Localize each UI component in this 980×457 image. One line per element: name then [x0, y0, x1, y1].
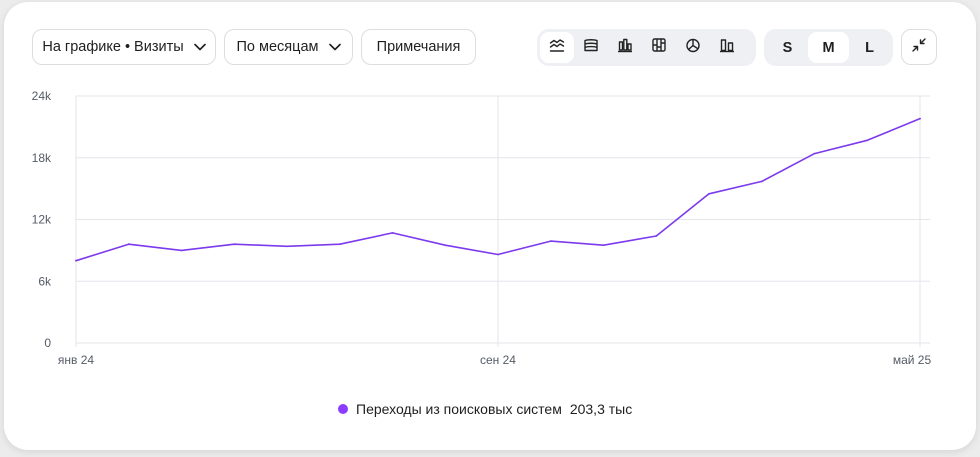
data-point [233, 243, 236, 246]
data-point [708, 192, 710, 195]
data-point [655, 235, 658, 237]
data-point [919, 117, 921, 120]
y-axis-labels: 0 6k 12k 18k 24k [32, 89, 52, 350]
data-point [760, 180, 763, 183]
x-tick-label: май 25 [893, 353, 932, 367]
data-point [602, 244, 605, 247]
legend-series-total: 203,3 тыс [569, 401, 633, 417]
y-tick-label: 24k [32, 89, 52, 103]
data-point [180, 249, 183, 252]
y-tick-label: 6k [38, 274, 52, 288]
x-tick-label: янв 24 [58, 353, 95, 367]
data-point [497, 253, 499, 256]
x-axis-labels: янв 24 сен 24 май 25 [58, 353, 932, 367]
data-point [866, 139, 869, 142]
legend-series-name: Переходы из поисковых систем [356, 401, 562, 417]
data-point [813, 152, 816, 155]
data-point [549, 240, 552, 243]
y-tick-label: 0 [44, 336, 51, 350]
chart-grid [75, 95, 930, 347]
data-point [338, 243, 341, 246]
x-tick-label: сен 24 [480, 353, 516, 367]
data-point [75, 259, 77, 262]
data-point [391, 231, 394, 234]
data-point [286, 245, 288, 248]
chart-legend: Переходы из поисковых систем 203,3 тыс [338, 400, 632, 418]
line-chart: 0 6k 12k 18k 24k янв 24 сен 24 май 25 [32, 89, 932, 367]
data-point [444, 244, 447, 247]
y-tick-label: 18k [32, 151, 52, 165]
y-tick-label: 12k [32, 213, 52, 227]
data-point [127, 243, 130, 246]
legend-marker [338, 404, 348, 414]
